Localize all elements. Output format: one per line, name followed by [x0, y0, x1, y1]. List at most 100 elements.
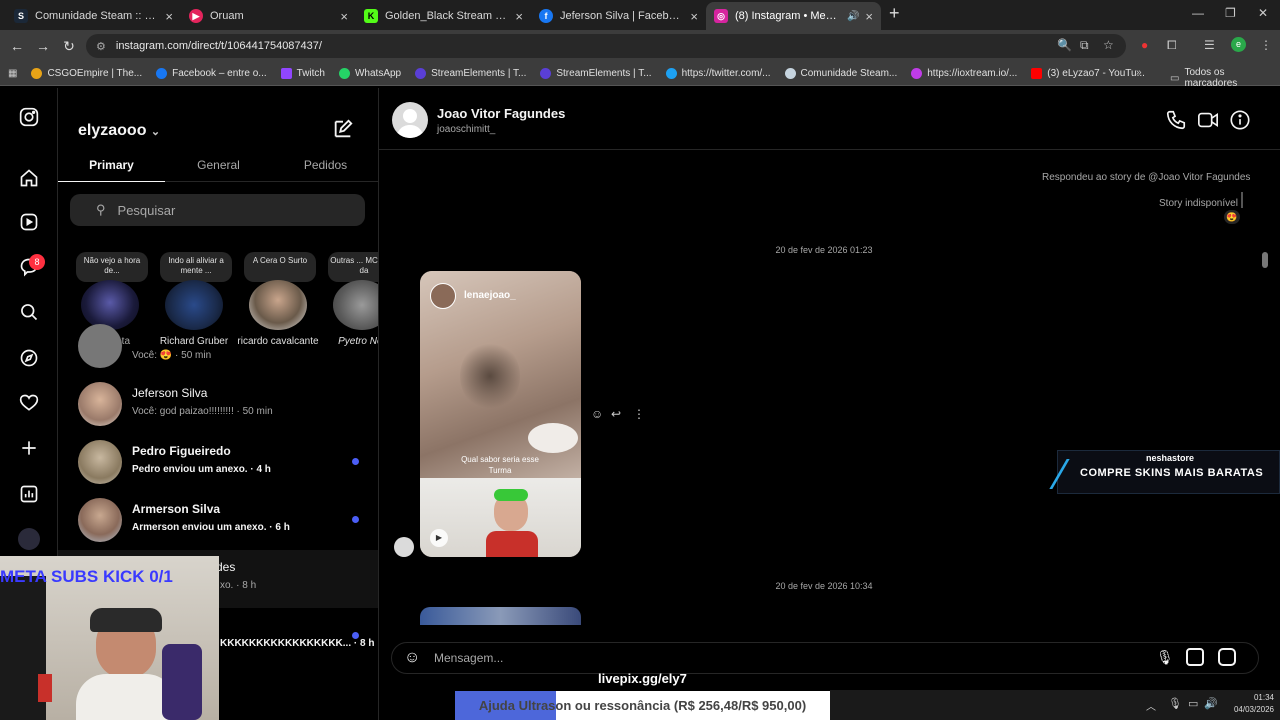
info-icon[interactable] [1229, 109, 1251, 131]
address-toolbar: ← → ↻ ⚙ instagram.com/direct/t/106441754… [0, 30, 1280, 62]
clock-date[interactable]: 04/03/2026 [1226, 705, 1274, 714]
reels-icon[interactable] [18, 211, 40, 233]
avatar [165, 280, 223, 330]
create-icon[interactable] [18, 437, 40, 459]
bookmark-item[interactable]: WhatsApp [338, 68, 401, 79]
browser-tab[interactable]: ▶ Oruam × [181, 2, 356, 30]
bookmark-item[interactable]: https://twitter.com/... [665, 68, 771, 79]
instagram-icon: ◎ [714, 9, 728, 23]
bookmark-item[interactable]: Twitch [280, 68, 325, 79]
clock-time[interactable]: 01:34 [1234, 693, 1274, 702]
back-icon[interactable]: ← [4, 38, 30, 54]
bookmark-item[interactable]: Facebook – entre o... [156, 68, 267, 79]
tab-title: Comunidade Steam :: Proposta [35, 10, 159, 22]
conversation-preview: KKKKKKKKKKKKKKKKK... · 8 h [220, 638, 375, 649]
reply-icon[interactable]: ↩ [611, 407, 621, 421]
more-menu-icon[interactable]: ⋮ [1260, 38, 1272, 52]
conversation-item[interactable]: Pedro Figueiredo Pedro enviou um anexo. … [58, 434, 378, 492]
profile-avatar[interactable] [18, 528, 40, 550]
chevron-up-icon[interactable]: ︿ [1146, 698, 1156, 713]
bookmark-item[interactable]: StreamElements | T... [415, 68, 526, 79]
profile-avatar[interactable]: e [1231, 37, 1246, 52]
post-author-avatar [430, 283, 456, 309]
chat-panel: Joao Vitor Fagundes joaoschimitt_ Respon… [379, 88, 1280, 720]
apps-icon[interactable]: ▦ [8, 68, 17, 79]
all-bookmarks-folder[interactable]: ▭ Todos os marcadores [1170, 67, 1280, 89]
star-icon[interactable]: ☆ [1103, 38, 1114, 52]
bookmark-item[interactable]: Comunidade Steam... [784, 68, 897, 79]
bookmark-item[interactable]: (3) eLyzao7 - YouTu... [1031, 68, 1145, 79]
shared-post-partial[interactable] [420, 607, 581, 625]
emoji-react-icon[interactable]: ☺ [591, 407, 603, 421]
video-call-icon[interactable] [1197, 109, 1219, 131]
forward-icon[interactable]: → [30, 38, 56, 54]
browser-tab[interactable]: f Jeferson Silva | Facebook × [531, 2, 706, 30]
network-icon[interactable]: ▭ [1188, 697, 1198, 710]
close-icon[interactable]: × [165, 9, 173, 24]
sticker-icon[interactable] [1218, 648, 1236, 666]
browser-tab[interactable]: S Comunidade Steam :: Proposta × [6, 2, 181, 30]
microphone-icon[interactable]: 🎙 [1156, 649, 1174, 666]
new-tab-icon[interactable]: + [889, 3, 900, 24]
browser-tab[interactable]: K Golden_Black Stream - Watch L × [356, 2, 531, 30]
reaction-emoji[interactable]: 😍 [1224, 210, 1240, 224]
zoom-icon[interactable]: 🔍 [1057, 38, 1072, 52]
scrollbar[interactable] [1261, 152, 1269, 622]
microphone-icon[interactable]: 🎙 [1168, 697, 1182, 710]
conversation-preview: Você: 😍 · 50 min [132, 350, 212, 361]
restore-icon[interactable]: ❐ [1225, 6, 1236, 20]
facebook-icon: f [539, 9, 553, 23]
speaker-icon[interactable]: 🔊 [847, 11, 859, 22]
close-icon[interactable]: × [690, 9, 698, 24]
conversation-item[interactable]: Armerson Silva Armerson enviou um anexo.… [58, 492, 378, 550]
emoji-icon[interactable]: ☺ [404, 649, 420, 667]
reload-icon[interactable]: ↻ [56, 38, 82, 55]
search-input[interactable]: ⚲ Pesquisar [70, 194, 365, 226]
conversation-item[interactable]: Jeferson Silva Você: god paizao!!!!!!!!!… [58, 376, 378, 434]
phone-icon[interactable] [1165, 109, 1187, 131]
search-icon[interactable] [18, 301, 40, 323]
tab-primary[interactable]: Primary [58, 158, 165, 172]
url-bar[interactable]: ⚙ instagram.com/direct/t/106441754087437… [86, 34, 1126, 58]
cast-icon[interactable]: ⧉ [1080, 38, 1089, 53]
chevron-right-icon[interactable]: » [1136, 67, 1142, 78]
bookmark-item[interactable]: https://ioxtream.io/... [911, 68, 1017, 79]
compose-icon[interactable] [332, 118, 354, 140]
subs-goal-text: META SUBS KICK 0/1 [0, 567, 173, 586]
close-icon[interactable]: × [515, 9, 523, 24]
explore-icon[interactable] [18, 347, 40, 369]
more-options-icon[interactable]: ⋮ [633, 407, 645, 421]
post-caption: Qual sabor seria esse Turma [461, 455, 539, 475]
note-bubble: Não vejo a hora de... [76, 252, 148, 282]
volume-icon[interactable]: 🔊 [1204, 697, 1218, 710]
media-icon[interactable]: ☰ [1204, 38, 1215, 52]
unread-dot [352, 632, 359, 639]
extension-icon[interactable]: ● [1141, 38, 1148, 52]
site-info-icon[interactable]: ⚙ [96, 40, 106, 53]
scrollbar-thumb[interactable] [1262, 252, 1268, 268]
tab-general[interactable]: General [165, 158, 272, 172]
close-icon[interactable]: × [865, 9, 873, 24]
window-close-icon[interactable]: ✕ [1258, 6, 1268, 20]
minimize-icon[interactable]: — [1192, 6, 1204, 20]
home-icon[interactable] [18, 167, 40, 189]
bookmark-item[interactable]: StreamElements | T... [540, 68, 652, 79]
heart-icon[interactable] [18, 392, 40, 414]
image-upload-icon[interactable] [1186, 648, 1204, 666]
contact-avatar[interactable] [392, 102, 428, 138]
close-icon[interactable]: × [340, 9, 348, 24]
ad-banner[interactable]: neshastore COMPRE SKINS MAIS BARATAS [1049, 450, 1280, 494]
note-bubble: Indo ali aliviar a mente ... [160, 252, 232, 282]
dashboard-icon[interactable] [18, 483, 40, 505]
bookmark-item[interactable]: CSGOEmpire | The... [31, 68, 142, 79]
browser-tab-active[interactable]: ◎ (8) Instagram • Mensagens 🔊 × [706, 2, 881, 30]
contact-name[interactable]: Joao Vitor Fagundes [437, 106, 565, 121]
bookmark-label: StreamElements | T... [431, 68, 527, 79]
message-input[interactable]: ☺ Mensagem... 🎙 [391, 642, 1259, 674]
tab-requests[interactable]: Pedidos [272, 158, 378, 172]
instagram-logo-icon[interactable] [18, 106, 40, 128]
puzzle-icon[interactable]: ⧠ [1167, 38, 1177, 53]
account-switcher[interactable]: elyzaooo ⌄ [78, 122, 160, 140]
shared-post[interactable]: lenaejoao_ Qual sabor seria esse Turma ▶ [420, 271, 581, 557]
play-icon[interactable]: ▶ [430, 529, 448, 547]
